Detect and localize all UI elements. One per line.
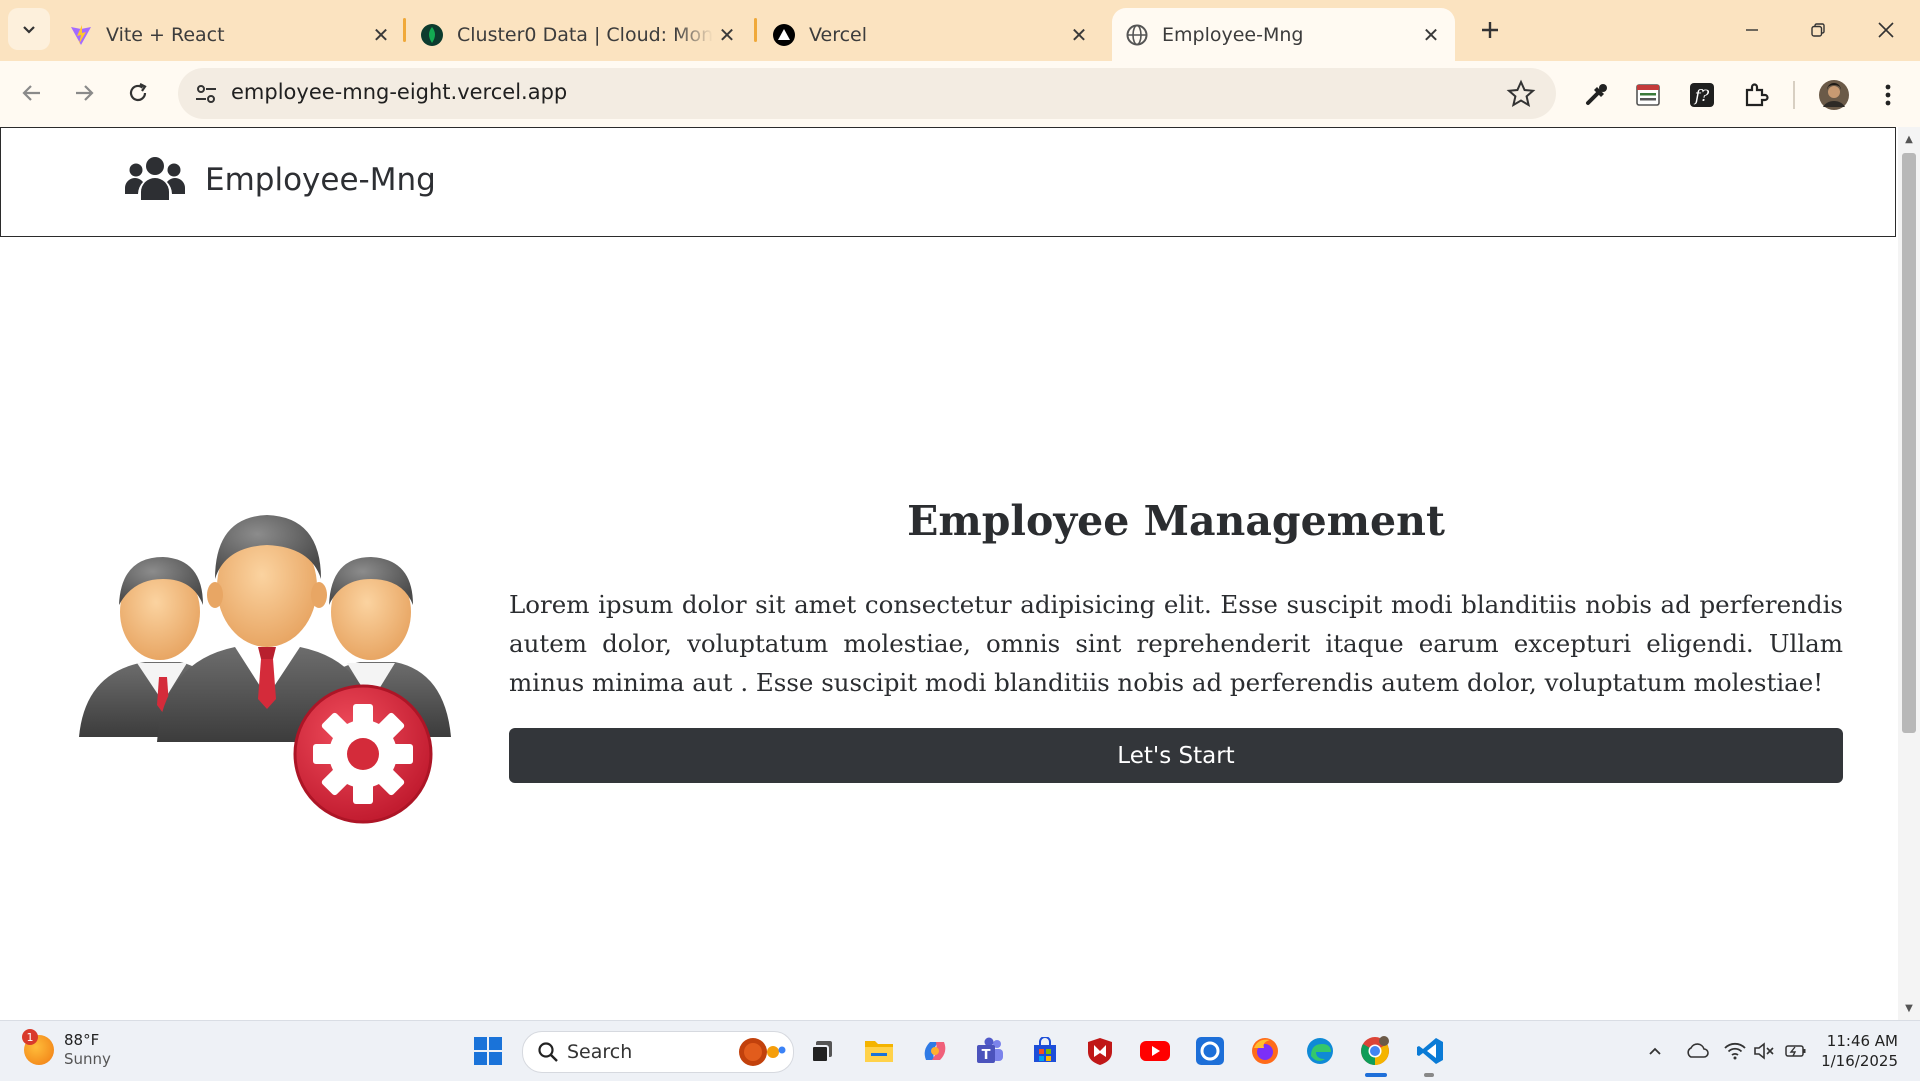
url-text[interactable]: employee-mng-eight.vercel.app <box>231 80 567 104</box>
task-view-icon[interactable] <box>804 1033 840 1069</box>
brand-name: Employee-Mng <box>205 162 436 198</box>
arrow-right-icon <box>76 85 94 101</box>
app-blue-square-icon[interactable] <box>1192 1033 1228 1069</box>
tab-employee-mng[interactable]: Employee-Mng ✕ <box>1112 8 1455 61</box>
windows-taskbar: 1 88°F Sunny Search T 11:46 AM 1/16/2025 <box>0 1020 1920 1081</box>
arrow-left-icon <box>22 85 40 101</box>
scroll-down-arrow-icon[interactable]: ▼ <box>1902 1001 1916 1015</box>
minimize-button[interactable] <box>1722 8 1782 52</box>
battery-charging-icon[interactable] <box>1784 1039 1808 1063</box>
search-highlight-icon <box>739 1038 786 1066</box>
new-tab-button[interactable] <box>1470 12 1510 48</box>
close-tab-icon[interactable]: ✕ <box>713 21 741 49</box>
clock-time: 11:46 AM <box>1826 1032 1898 1050</box>
scroll-up-arrow-icon[interactable]: ▲ <box>1902 132 1916 146</box>
hero-title: Employee Management <box>907 497 1445 545</box>
back-button[interactable] <box>12 73 52 113</box>
tab-mongodb[interactable]: Cluster0 Data | Cloud: MongoDB ✕ <box>421 8 741 61</box>
youtube-icon[interactable] <box>1137 1033 1173 1069</box>
search-icon <box>538 1042 558 1062</box>
lets-start-button[interactable]: Let's Start <box>509 728 1843 783</box>
system-clock[interactable]: 11:46 AM 1/16/2025 <box>1818 1031 1898 1071</box>
site-settings-icon[interactable] <box>192 80 220 108</box>
toolbar-divider <box>1793 81 1795 109</box>
notification-badge: 1 <box>22 1029 38 1045</box>
file-explorer-icon[interactable] <box>861 1033 897 1069</box>
forward-button[interactable] <box>64 73 104 113</box>
vscode-icon[interactable] <box>1412 1033 1448 1069</box>
browser-menu-icon[interactable] <box>1872 79 1904 111</box>
windows-start-icon[interactable] <box>470 1033 506 1069</box>
profile-avatar[interactable] <box>1818 79 1850 111</box>
tab-vercel[interactable]: Vercel ✕ <box>773 8 1093 61</box>
bookmark-star-icon[interactable] <box>1506 79 1536 109</box>
clock-date: 1/16/2025 <box>1821 1052 1898 1070</box>
tab-separator <box>754 18 757 42</box>
close-window-button[interactable] <box>1856 8 1916 52</box>
brand[interactable]: Employee-Mng <box>125 156 436 204</box>
svg-text:f?: f? <box>1694 86 1710 105</box>
tab-title: Employee-Mng <box>1162 23 1304 46</box>
weather-widget[interactable]: 1 88°F Sunny <box>22 1029 111 1069</box>
chevron-down-icon <box>23 26 35 34</box>
browser-toolbar: employee-mng-eight.vercel.app f? <box>0 61 1920 128</box>
restore-icon <box>1811 23 1825 37</box>
microsoft-store-icon[interactable] <box>1027 1033 1063 1069</box>
search-placeholder: Search <box>567 1041 633 1063</box>
vscode-running-indicator <box>1424 1073 1434 1077</box>
mcafee-icon[interactable] <box>1082 1033 1118 1069</box>
taskbar-search[interactable]: Search <box>522 1031 794 1073</box>
restore-button[interactable] <box>1788 8 1848 52</box>
page-viewport: Employee-Mng Employee Management Lorem i… <box>0 127 1898 1020</box>
page-scrollbar[interactable]: ▲ ▼ <box>1898 127 1920 1020</box>
globe-icon <box>1126 24 1148 46</box>
close-tab-icon[interactable]: ✕ <box>367 21 395 49</box>
hero-description: Lorem ipsum dolor sit amet consectetur a… <box>509 590 1843 697</box>
minimize-icon <box>1746 29 1758 31</box>
site-navbar: Employee-Mng <box>0 127 1896 237</box>
vercel-icon <box>773 23 795 46</box>
web-developer-extension-icon[interactable] <box>1632 79 1664 111</box>
copilot-icon[interactable] <box>917 1033 953 1069</box>
weather-condition: Sunny <box>64 1050 111 1068</box>
color-picker-extension-icon[interactable] <box>1580 79 1612 111</box>
sun-icon: 1 <box>22 1029 54 1065</box>
plus-icon <box>1482 22 1498 38</box>
svg-text:T: T <box>982 1048 991 1063</box>
close-tab-icon[interactable]: ✕ <box>1065 21 1093 49</box>
tab-title: Vite + React <box>106 23 225 46</box>
show-hidden-icons-chevron-up-icon[interactable] <box>1643 1039 1667 1063</box>
browser-tab-bar: Vite + React ✕ Cluster0 Data | Cloud: Mo… <box>0 0 1920 61</box>
teams-icon[interactable]: T <box>972 1033 1008 1069</box>
tab-vite-react[interactable]: Vite + React ✕ <box>68 8 395 61</box>
chrome-active-indicator <box>1365 1073 1387 1077</box>
chrome-icon[interactable] <box>1357 1033 1393 1069</box>
scrollbar-thumb[interactable] <box>1902 153 1916 733</box>
close-tab-icon[interactable]: ✕ <box>1417 21 1445 49</box>
users-icon <box>125 157 185 200</box>
tab-title: Vercel <box>809 23 868 46</box>
tab-title: Cluster0 Data | Cloud: MongoDB <box>457 23 713 46</box>
address-bar[interactable]: employee-mng-eight.vercel.app <box>178 68 1556 119</box>
weather-temperature: 88°F <box>64 1031 100 1049</box>
mongodb-leaf-icon <box>421 23 443 46</box>
vite-icon <box>70 24 92 46</box>
onedrive-cloud-icon[interactable] <box>1685 1039 1709 1063</box>
firefox-icon[interactable] <box>1247 1033 1283 1069</box>
wifi-icon[interactable] <box>1723 1039 1747 1063</box>
reload-button[interactable] <box>118 73 158 113</box>
extensions-puzzle-icon[interactable] <box>1740 79 1772 111</box>
volume-muted-icon[interactable] <box>1752 1039 1776 1063</box>
employee-management-illustration <box>79 515 451 824</box>
close-icon <box>1878 22 1894 38</box>
reload-icon <box>129 83 147 102</box>
tab-separator <box>403 18 406 42</box>
tab-search-button[interactable] <box>8 8 50 50</box>
edge-icon[interactable] <box>1302 1033 1338 1069</box>
font-extension-icon[interactable]: f? <box>1686 79 1718 111</box>
